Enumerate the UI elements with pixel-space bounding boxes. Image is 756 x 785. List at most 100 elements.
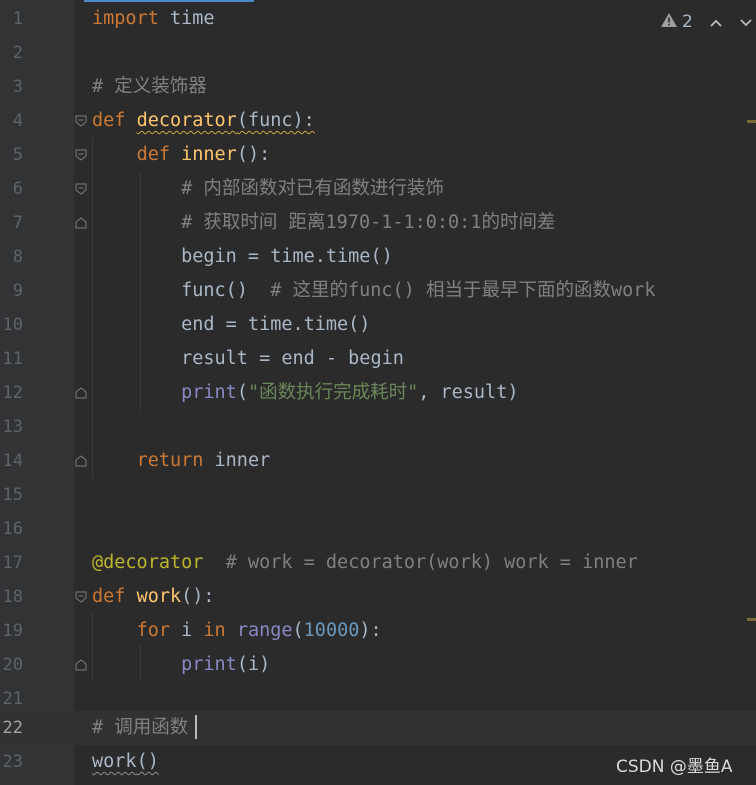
code-text[interactable]: begin = time.time() [92, 240, 393, 274]
code-text[interactable]: end = time.time() [92, 308, 370, 342]
fold-collapse-icon[interactable] [74, 182, 88, 196]
code-line[interactable]: 13 [0, 410, 756, 444]
code-line[interactable]: 9 func() # 这里的func() 相当于最早下面的函数work [0, 274, 756, 308]
code-text[interactable]: # 定义装饰器 [92, 70, 207, 104]
code-text[interactable]: work() [92, 745, 159, 779]
line-number: 3 [12, 77, 23, 97]
fold-end-icon[interactable] [74, 658, 88, 672]
line-number: 4 [12, 111, 23, 131]
error-stripe-marker[interactable] [747, 618, 756, 621]
text-caret [195, 715, 197, 739]
inspection-warnings[interactable]: 2 [660, 10, 693, 34]
token: i [169, 620, 204, 641]
fold-end-icon[interactable] [74, 454, 88, 468]
line-number: 5 [12, 145, 23, 165]
warning-icon [660, 12, 678, 33]
decorator: @decorator [92, 552, 204, 573]
code-line[interactable]: 17 @decorator # work = decorator(work) w… [0, 546, 756, 580]
token: work [92, 751, 137, 772]
code-line[interactable]: 15 [0, 478, 756, 512]
comment: # 定义装饰器 [92, 76, 207, 97]
code-text[interactable]: print(i) [92, 648, 270, 682]
code-text[interactable]: def decorator(func): [92, 104, 315, 138]
line-number: 19 [2, 621, 23, 641]
line-number: 9 [12, 281, 23, 301]
line-number: 2 [12, 43, 23, 63]
code-line[interactable]: 11 result = end - begin [0, 342, 756, 376]
code-editor[interactable]: 1 import time 2 3 # 定义装饰器 4 def decorato… [0, 0, 756, 785]
line-number: 20 [2, 655, 23, 675]
fold-collapse-icon[interactable] [74, 114, 88, 128]
comment: # 这里的func() 相当于最早下面的函数work [270, 280, 656, 301]
line-number: 8 [12, 247, 23, 267]
token: (func): [236, 110, 315, 131]
fold-collapse-icon[interactable] [74, 590, 88, 604]
code-line[interactable]: 1 import time [0, 2, 756, 36]
line-number: 12 [2, 383, 23, 403]
line-number: 15 [2, 485, 23, 505]
code-line[interactable]: 12 print("函数执行完成耗时", result) [0, 376, 756, 410]
fold-end-icon[interactable] [74, 216, 88, 230]
code-line[interactable]: 16 [0, 512, 756, 546]
token: ( [292, 620, 304, 641]
code-line[interactable]: 14 return inner [0, 444, 756, 478]
builtin: range [236, 620, 293, 641]
function-name: decorator [136, 110, 237, 131]
code-text[interactable]: # 内部函数对已有函数进行装饰 [92, 172, 444, 206]
code-text[interactable]: print("函数执行完成耗时", result) [92, 376, 518, 410]
code-text[interactable]: @decorator # work = decorator(work) work… [92, 546, 638, 580]
code-line[interactable]: 3 # 定义装饰器 [0, 70, 756, 104]
code-line[interactable]: 7 # 获取时间 距离1970-1-1:0:0:1的时间差 [0, 206, 756, 240]
fold-end-icon[interactable] [74, 386, 88, 400]
code-text[interactable]: result = end - begin [92, 342, 404, 376]
line-number: 17 [2, 553, 23, 573]
chevron-up-icon [709, 13, 723, 32]
code-line[interactable]: 5 def inner(): [0, 138, 756, 172]
code-text[interactable]: # 调用函数 [92, 711, 188, 745]
previous-highlight-button[interactable] [706, 10, 726, 34]
code-line[interactable]: 20 print(i) [0, 648, 756, 682]
next-highlight-button[interactable] [736, 10, 756, 34]
code-line[interactable]: 2 [0, 36, 756, 70]
watermark: CSDN @墨鱼A [616, 757, 733, 777]
comment: # 获取时间 距离1970-1-1:0:0:1的时间差 [181, 212, 556, 233]
line-number: 1 [12, 9, 23, 29]
code-line[interactable]: 10 end = time.time() [0, 308, 756, 342]
code-text[interactable]: func() # 这里的func() 相当于最早下面的函数work [92, 274, 656, 308]
function-name: work [136, 586, 182, 607]
token: ): [359, 620, 382, 641]
code-line[interactable]: 18 def work(): [0, 580, 756, 614]
token: def [92, 586, 126, 607]
code-line[interactable]: 8 begin = time.time() [0, 240, 756, 274]
code-text[interactable]: def work(): [92, 580, 215, 614]
code-line[interactable]: 6 # 内部函数对已有函数进行装饰 [0, 172, 756, 206]
token: (): [236, 144, 271, 165]
token: , result) [418, 382, 519, 403]
string: "函数执行完成耗时" [247, 382, 419, 403]
code-text[interactable]: # 获取时间 距离1970-1-1:0:0:1的时间差 [92, 206, 555, 240]
code-text[interactable]: import time [92, 2, 215, 36]
fold-collapse-icon[interactable] [74, 148, 88, 162]
token: (i) [236, 654, 271, 675]
code-text[interactable]: def inner(): [92, 138, 271, 172]
code-line-current[interactable]: 22 # 调用函数 [0, 711, 756, 745]
code-text[interactable]: return inner [92, 444, 271, 478]
token: end = time.time() [92, 314, 371, 335]
code-line[interactable]: 4 def decorator(func): [0, 104, 756, 138]
error-stripe-marker[interactable] [747, 120, 756, 123]
code-text[interactable]: for i in range(10000): [92, 614, 382, 648]
token: import [92, 8, 159, 29]
token: (): [181, 586, 215, 607]
code-line[interactable]: 19 for i in range(10000): [0, 614, 756, 648]
token: begin = time.time() [92, 246, 393, 267]
token: func() [92, 280, 271, 301]
line-number: 18 [2, 587, 23, 607]
